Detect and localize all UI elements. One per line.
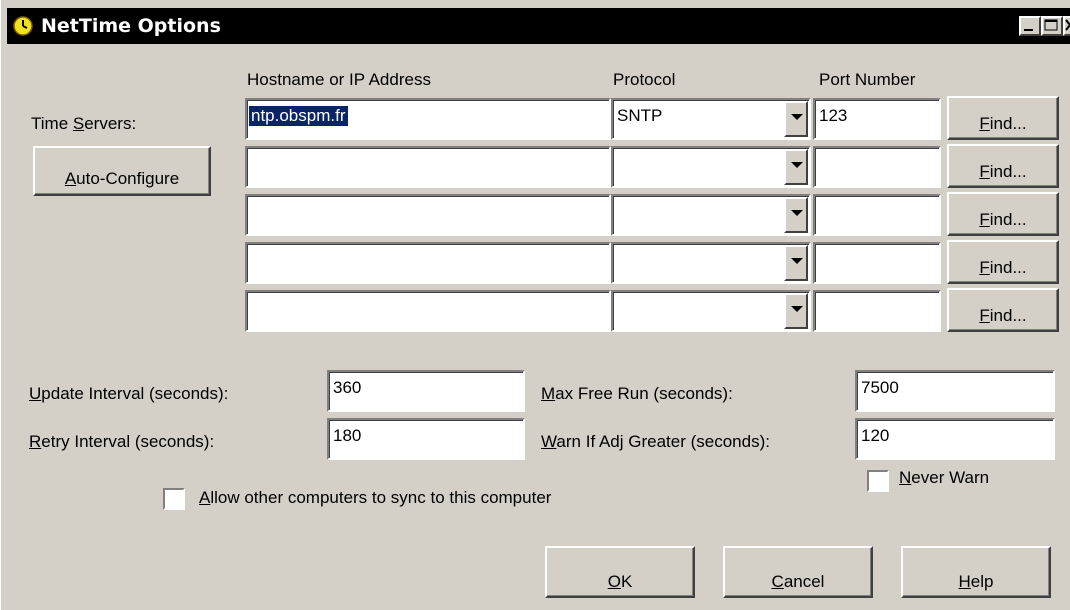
never-warn-checkbox[interactable] — [867, 470, 889, 492]
dropdown-arrow-icon[interactable] — [784, 293, 808, 329]
protocol-select-3[interactable] — [611, 194, 811, 236]
hostname-field-2[interactable] — [245, 146, 611, 188]
minimize-button[interactable] — [1019, 16, 1041, 36]
dropdown-arrow-icon[interactable] — [784, 101, 808, 137]
allow-sync-label[interactable]: Allow other computers to sync to this co… — [199, 488, 551, 508]
find-button-4[interactable]: Find... — [947, 240, 1059, 284]
port-field-1[interactable]: 123 — [813, 98, 941, 140]
auto-configure-button[interactable]: Auto-Configure — [33, 146, 211, 196]
minimize-icon — [1024, 29, 1033, 31]
protocol-select-1-value: SNTP — [617, 106, 663, 125]
hostname-column-header: Hostname or IP Address — [247, 70, 431, 89]
clock-app-icon — [13, 16, 33, 36]
port-field-4[interactable] — [813, 242, 941, 284]
hostname-field-4[interactable] — [245, 242, 611, 284]
find-button-1[interactable]: Find... — [947, 96, 1059, 140]
close-button[interactable] — [1063, 16, 1070, 36]
ok-button[interactable]: OK — [545, 546, 695, 598]
update-interval-label: Update Interval (seconds): — [29, 384, 229, 403]
port-field-1-value: 123 — [819, 106, 848, 125]
warn-if-adj-label: Warn If Adj Greater (seconds): — [541, 432, 770, 451]
protocol-select-2[interactable] — [611, 146, 811, 188]
window-title: NetTime Options — [41, 15, 221, 37]
dropdown-arrow-icon[interactable] — [784, 149, 808, 185]
never-warn-label[interactable]: Never Warn — [899, 468, 989, 488]
hostname-field-1-value: ntp.obspm.fr — [249, 106, 348, 126]
hostname-field-1[interactable]: ntp.obspm.fr — [245, 98, 611, 140]
retry-interval-field[interactable]: 180 — [327, 418, 525, 460]
title-bar[interactable]: NetTime Options — [7, 8, 1070, 44]
close-icon — [1065, 19, 1070, 31]
protocol-select-1[interactable]: SNTP — [611, 98, 811, 140]
find-button-2[interactable]: Find... — [947, 144, 1059, 188]
update-interval-field[interactable]: 360 — [327, 370, 525, 412]
netTime-options-dialog: NetTime Options Hostname or IP Address P… — [0, 0, 1070, 610]
maximize-button[interactable] — [1041, 16, 1063, 36]
port-field-5[interactable] — [813, 290, 941, 332]
time-servers-label: Time Servers: — [31, 114, 137, 133]
protocol-column-header: Protocol — [613, 70, 676, 89]
retry-interval-label: Retry Interval (seconds): — [29, 432, 215, 451]
hostname-field-5[interactable] — [245, 290, 611, 332]
find-button-5[interactable]: Find... — [947, 288, 1059, 332]
protocol-select-5[interactable] — [611, 290, 811, 332]
help-button[interactable]: Help — [901, 546, 1051, 598]
max-free-run-label: Max Free Run (seconds): — [541, 384, 733, 403]
port-field-2[interactable] — [813, 146, 941, 188]
dropdown-arrow-icon[interactable] — [784, 245, 808, 281]
hostname-field-3[interactable] — [245, 194, 611, 236]
find-button-3[interactable]: Find... — [947, 192, 1059, 236]
maximize-icon — [1044, 19, 1058, 31]
port-column-header: Port Number — [819, 70, 916, 89]
allow-sync-checkbox[interactable] — [163, 488, 185, 510]
max-free-run-field[interactable]: 7500 — [855, 370, 1055, 412]
port-field-3[interactable] — [813, 194, 941, 236]
cancel-button[interactable]: Cancel — [723, 546, 873, 598]
dropdown-arrow-icon[interactable] — [784, 197, 808, 233]
protocol-select-4[interactable] — [611, 242, 811, 284]
warn-if-adj-field[interactable]: 120 — [855, 418, 1055, 460]
